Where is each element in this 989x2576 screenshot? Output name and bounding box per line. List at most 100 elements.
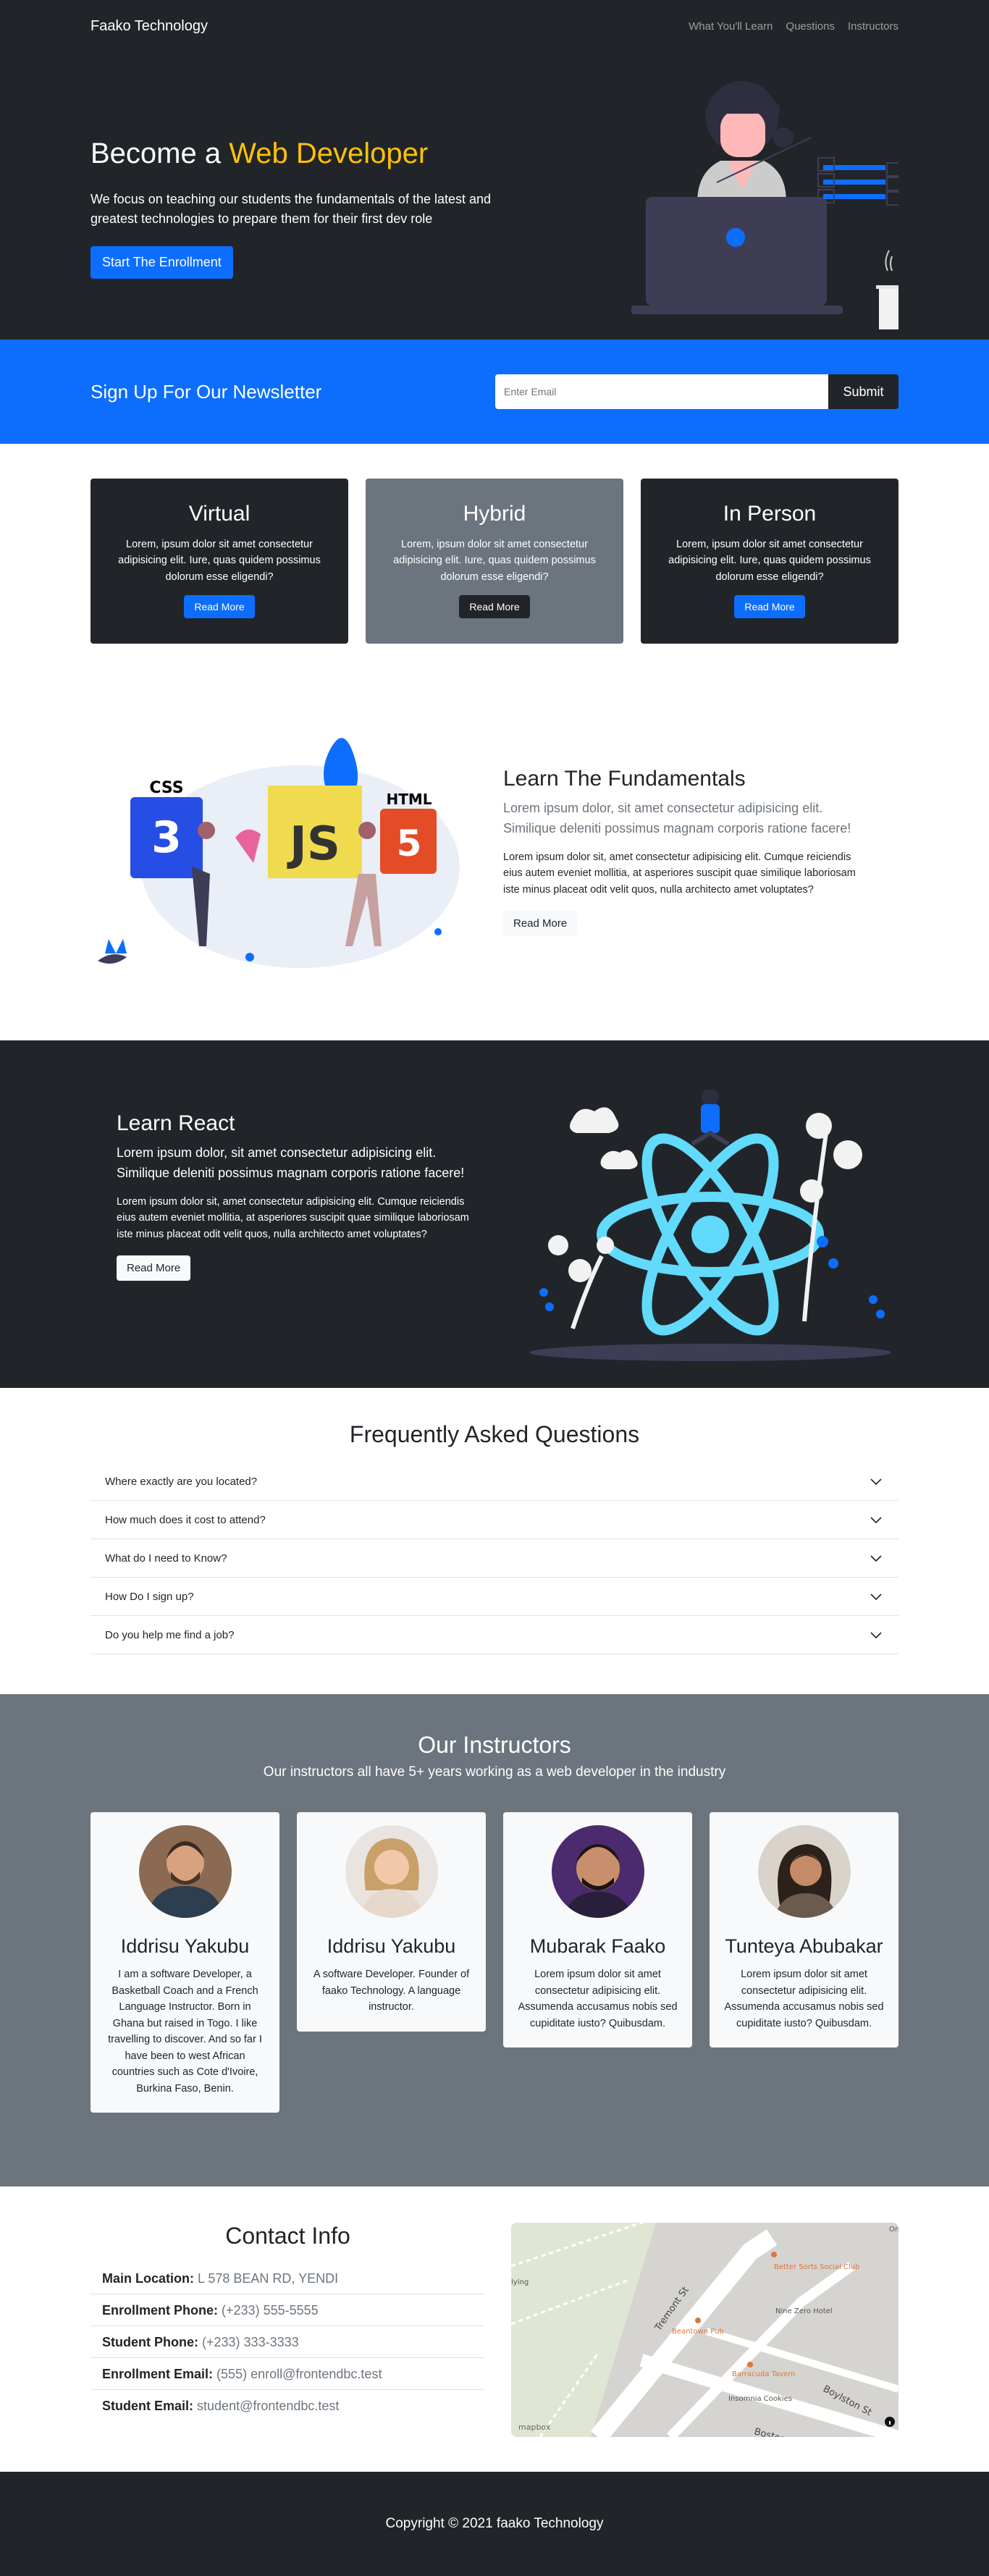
instructors-subtitle: Our instructors all have 5+ years workin…: [263, 1764, 726, 1780]
location-map[interactable]: Tremont St Boylston St Boston St Better …: [511, 2223, 898, 2437]
instructor-card: Iddrisu Yakubu A software Developer. Fou…: [297, 1812, 486, 2032]
chevron-down-icon: [870, 1555, 882, 1562]
fundamentals-text: Learn The Fundamentals Lorem ipsum dolor…: [503, 767, 869, 937]
instructors-title: Our Instructors: [418, 1732, 571, 1758]
box-virtual: Virtual Lorem, ipsum dolor sit amet cons…: [91, 479, 348, 644]
instructor-bio: Lorem ipsum dolor sit amet consectetur a…: [724, 1969, 884, 2029]
react-illustration: [529, 1090, 891, 1361]
instructor-bio: I am a software Developer, a Basketball …: [108, 1969, 262, 2095]
hero-illustration: [631, 81, 898, 329]
submit-button[interactable]: Submit: [828, 374, 898, 409]
read-more-button[interactable]: Read More: [459, 595, 530, 619]
map-label-poi: Nine Zero Hotel: [775, 2307, 833, 2315]
nav-link-what-youll-learn[interactable]: What You'll Learn: [689, 20, 773, 33]
faq-question: How much does it cost to attend?: [105, 1513, 266, 1526]
hero-title: Become a Web Developer: [91, 136, 496, 171]
nav-link-questions[interactable]: Questions: [786, 20, 835, 33]
contact-label: Enrollment Email:: [102, 2367, 214, 2381]
box-text: Lorem, ipsum dolor sit amet consectetur …: [118, 539, 321, 583]
contact-value: (+233) 333-3333: [202, 2335, 299, 2349]
contact-value: student@frontendbc.test: [197, 2399, 340, 2413]
react-read-more-button[interactable]: Read More: [117, 1255, 191, 1281]
box-text: Lorem, ipsum dolor sit amet consectetur …: [393, 539, 596, 583]
chevron-down-icon: [870, 1632, 882, 1639]
faq-item[interactable]: Where exactly are you located?: [91, 1462, 898, 1501]
js-badge: JS: [287, 817, 340, 871]
react-title: Learn React: [117, 1111, 235, 1135]
react-lead: Lorem ipsum dolor, sit amet consectetur …: [117, 1145, 465, 1180]
fundamentals-illustration: CSS 3 JS HTML 5: [98, 738, 460, 968]
newsletter-section: Sign Up For Our Newsletter Submit: [0, 340, 989, 444]
footer: Copyright © 2021 faako Technology: [0, 2472, 989, 2576]
faq-question: Do you help me find a job?: [105, 1628, 235, 1641]
hero-section: Become a Web Developer We focus on teach…: [0, 52, 989, 340]
box-title: Virtual: [188, 502, 251, 526]
nav-links: What You'll Learn Questions Instructors: [689, 20, 898, 33]
contact-label: Student Phone:: [102, 2335, 198, 2349]
start-enrollment-button[interactable]: Start The Enrollment: [91, 246, 233, 279]
contact-info: Contact Info Main Location: L 578 BEAN R…: [91, 2223, 485, 2421]
fundamentals-lead: Lorem ipsum dolor, sit amet consectetur …: [503, 801, 851, 835]
html-badge: HTML: [386, 791, 432, 808]
fundamentals-body: Lorem ipsum dolor sit, amet consectetur …: [503, 851, 856, 896]
chevron-down-icon: [870, 1594, 882, 1601]
hero-text: Become a Web Developer We focus on teach…: [91, 136, 496, 279]
contact-label: Enrollment Phone:: [102, 2303, 219, 2318]
map-label-poi: Better Sorts Social Club: [774, 2263, 859, 2271]
avatar: [138, 1825, 232, 1918]
contact-label: Student Email:: [102, 2399, 194, 2413]
faq-title: Frequently Asked Questions: [349, 1421, 640, 1447]
box-in-person: In Person Lorem, ipsum dolor sit amet co…: [641, 479, 898, 644]
read-more-button[interactable]: Read More: [734, 595, 805, 619]
contact-value: (+233) 555-5555: [222, 2303, 319, 2318]
hero-description: We focus on teaching our students the fu…: [91, 192, 492, 226]
instructor-bio: A software Developer. Founder of faako T…: [313, 1969, 470, 2013]
instructor-name: Iddrisu Yakubu: [120, 1935, 250, 1957]
mapbox-logo[interactable]: mapbox: [518, 2423, 551, 2432]
brand-logo[interactable]: Faako Technology: [91, 18, 208, 35]
faq-item[interactable]: How Do I sign up?: [91, 1578, 898, 1616]
faq-question: Where exactly are you located?: [105, 1475, 258, 1488]
box-text: Lorem, ipsum dolor sit amet consectetur …: [668, 539, 871, 583]
contact-label: Main Location:: [102, 2271, 194, 2286]
contact-value: L 578 BEAN RD, YENDI: [198, 2271, 339, 2286]
chevron-down-icon: [870, 1478, 882, 1486]
instructor-name: Iddrisu Yakubu: [327, 1935, 456, 1957]
map-label-poi: Barracuda Tavern: [732, 2370, 796, 2378]
instructors-section: Our Instructors Our instructors all have…: [0, 1694, 989, 2186]
faq-item[interactable]: Do you help me find a job?: [91, 1616, 898, 1654]
read-more-button[interactable]: Read More: [184, 595, 255, 619]
react-text: Learn React Lorem ipsum dolor, sit amet …: [117, 1111, 482, 1281]
map-label-poi: Orn: [889, 2226, 898, 2234]
instructor-card: Mubarak Faako Lorem ipsum dolor sit amet…: [503, 1812, 692, 2048]
contact-section: Contact Info Main Location: L 578 BEAN R…: [0, 2186, 989, 2472]
box-hybrid: Hybrid Lorem, ipsum dolor sit amet conse…: [366, 479, 623, 644]
instructor-name: Tunteya Abubakar: [725, 1935, 883, 1957]
email-input[interactable]: [495, 374, 828, 409]
faq-accordion: Where exactly are you located? How much …: [91, 1462, 898, 1654]
avatar: [551, 1825, 644, 1918]
faq-item[interactable]: What do I need to Know?: [91, 1539, 898, 1578]
hero-title-accent: Web Developer: [229, 138, 429, 169]
map-label-poi: lying: [511, 2278, 529, 2286]
map-label-poi: Beantown Pub: [672, 2328, 724, 2336]
faq-item[interactable]: How much does it cost to attend?: [91, 1501, 898, 1539]
contact-item-student-phone: Student Phone: (+233) 333-3333: [91, 2326, 485, 2358]
contact-item-location: Main Location: L 578 BEAN RD, YENDI: [91, 2263, 485, 2294]
react-body: Lorem ipsum dolor sit, amet consectetur …: [117, 1195, 469, 1240]
nav-link-instructors[interactable]: Instructors: [848, 20, 898, 33]
map-label-poi: Insomnia Cookies: [728, 2395, 792, 2403]
learn-react-section: Learn React Lorem ipsum dolor, sit amet …: [0, 1040, 989, 1388]
copyright-text: Copyright © 2021 faako Technology: [385, 2516, 604, 2531]
learning-modes-section: Virtual Lorem, ipsum dolor sit amet cons…: [0, 444, 989, 693]
box-title: Hybrid: [463, 502, 526, 526]
newsletter-heading: Sign Up For Our Newsletter: [91, 380, 322, 403]
learn-fundamentals-section: CSS 3 JS HTML 5 Learn The Fundamentals L…: [0, 693, 989, 1040]
instructor-name: Mubarak Faako: [529, 1935, 666, 1957]
fundamentals-read-more-button[interactable]: Read More: [503, 911, 578, 937]
css-badge: CSS: [149, 779, 183, 797]
faq-section: Frequently Asked Questions Where exactly…: [0, 1388, 989, 1694]
newsletter-form: Submit: [495, 374, 898, 409]
fundamentals-title: Learn The Fundamentals: [503, 767, 746, 791]
instructor-card: Tunteya Abubakar Lorem ipsum dolor sit a…: [710, 1812, 898, 2048]
